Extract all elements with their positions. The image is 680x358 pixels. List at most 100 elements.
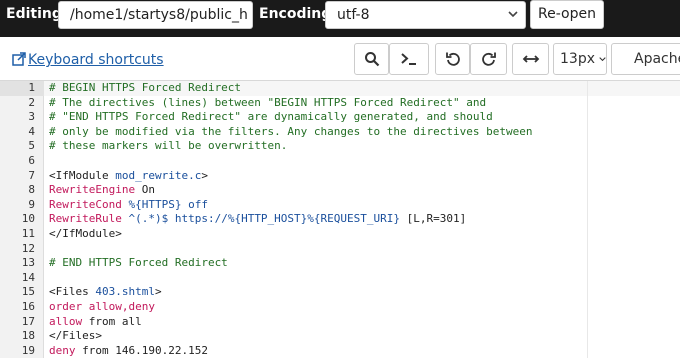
code-token: 403.shtml	[95, 285, 155, 299]
code-token: <IfModule	[49, 168, 116, 182]
search-icon	[364, 52, 379, 67]
search-button[interactable]	[354, 43, 389, 75]
line-number: 7	[28, 168, 35, 182]
line-code: </Files>	[49, 329, 102, 344]
code-token: # only be modified via the filters. Any …	[49, 124, 533, 138]
line-number: 2	[28, 95, 35, 109]
wrap-toggle-button[interactable]	[512, 43, 549, 75]
code-token: RewriteCond	[49, 197, 122, 211]
code-token: # these markers will be overwritten.	[49, 139, 288, 153]
font-size-select[interactable]: 13px	[553, 43, 607, 75]
code-line[interactable]: 11 </IfModule>	[0, 227, 680, 242]
keyboard-shortcuts-label: Keyboard shortcuts	[28, 52, 164, 68]
file-path-field[interactable]: /home1/startys8/public_h	[58, 1, 253, 29]
line-code: </IfModule>	[49, 227, 122, 242]
line-code: order allow,deny	[49, 300, 155, 315]
code-line[interactable]: 16 order allow,deny	[0, 300, 680, 315]
external-link-icon	[12, 52, 26, 66]
line-number: 8	[28, 183, 35, 197]
code-line[interactable]: 17 allow from all	[0, 315, 680, 330]
code-token: ^(.*)$ https://%{HTTP_HOST}%{REQUEST_URI…	[128, 212, 401, 226]
font-size-value: 13px	[560, 51, 595, 67]
line-number: 13	[21, 256, 35, 270]
line-number: 10	[21, 212, 35, 226]
encoding-value: utf-8	[337, 7, 370, 23]
line-number: 1	[28, 81, 35, 94]
code-token: # END HTTPS Forced Redirect	[49, 256, 228, 270]
line-number: 14	[21, 270, 35, 284]
code-line[interactable]: 19 deny from 146.190.22.152	[0, 344, 680, 358]
line-code: <IfModule mod_rewrite.c>	[49, 169, 208, 184]
line-number: 4	[28, 124, 35, 138]
code-token: </IfModule>	[49, 227, 122, 240]
chevron-down-icon	[507, 2, 519, 28]
line-code: # END HTTPS Forced Redirect	[49, 256, 228, 271]
code-line[interactable]: 3 # "END HTTPS Forced Redirect" are dynam…	[0, 110, 680, 125]
code-token: [L,R=301]	[400, 212, 467, 226]
code-line[interactable]: 6	[0, 154, 680, 169]
code-token: allow	[49, 314, 83, 328]
line-number: 18	[21, 329, 35, 343]
code-token: mod_rewrite.c	[115, 168, 202, 182]
redo-button[interactable]	[470, 43, 507, 75]
code-line[interactable]: 1 # BEGIN HTTPS Forced Redirect	[0, 81, 680, 96]
line-number: 6	[28, 154, 35, 167]
line-code: RewriteRule ^(.*)$ https://%{HTTP_HOST}%…	[49, 212, 466, 227]
line-code: RewriteCond %{HTTPS} off	[49, 198, 208, 213]
code-token: RewriteEngine	[49, 183, 136, 197]
undo-icon	[445, 52, 460, 66]
undo-button[interactable]	[435, 43, 470, 75]
code-token: order	[49, 300, 83, 313]
code-line[interactable]: 9 RewriteCond %{HTTPS} off	[0, 198, 680, 213]
code-token: >	[154, 285, 162, 299]
code-line[interactable]: 10 RewriteRule ^(.*)$ https://%{HTTP_HOST…	[0, 212, 680, 227]
wrap-icon	[522, 55, 539, 63]
code-editor[interactable]: 1 # BEGIN HTTPS Forced Redirect 2 # The dir…	[0, 81, 680, 358]
code-token: %{HTTPS} off	[128, 197, 208, 211]
goto-line-button[interactable]	[389, 43, 429, 75]
keyboard-shortcuts-link[interactable]: Keyboard shortcuts	[12, 52, 164, 68]
code-token: # The directives (lines) between "BEGIN …	[49, 95, 487, 109]
code-line[interactable]: 14	[0, 271, 680, 286]
redo-icon	[481, 52, 496, 66]
encoding-select[interactable]: utf-8	[325, 1, 526, 29]
code-token: # "END HTTPS Forced Redirect" are dynami…	[49, 110, 493, 124]
line-number: 19	[21, 343, 35, 357]
code-line[interactable]: 12	[0, 242, 680, 257]
editor-toolbar: Keyboard shortcuts 13px Apach	[0, 37, 680, 81]
terminal-icon	[401, 53, 416, 65]
chevron-down-icon	[599, 57, 606, 62]
code-line[interactable]: 8 RewriteEngine On	[0, 183, 680, 198]
code-token: deny	[49, 343, 76, 357]
mode-select[interactable]: Apache	[611, 43, 680, 75]
code-line[interactable]: 15 <Files 403.shtml>	[0, 285, 680, 300]
line-number: 9	[28, 197, 35, 211]
code-line[interactable]: 13 # END HTTPS Forced Redirect	[0, 256, 680, 271]
line-code: # these markers will be overwritten.	[49, 139, 287, 154]
line-number: 3	[28, 110, 35, 124]
code-token: <Files	[49, 285, 96, 299]
line-code: <Files 403.shtml>	[49, 285, 162, 300]
code-token: # BEGIN HTTPS Forced Redirect	[49, 81, 242, 94]
line-code: # BEGIN HTTPS Forced Redirect	[49, 81, 241, 96]
code-token: allow,deny	[88, 300, 155, 313]
code-line[interactable]: 4 # only be modified via the filters. Any…	[0, 125, 680, 140]
code-token: >	[201, 168, 208, 182]
line-number: 11	[21, 227, 35, 240]
code-line[interactable]: 5 # these markers will be overwritten.	[0, 139, 680, 154]
line-number: 15	[21, 285, 35, 299]
reopen-button[interactable]: Re-open	[530, 0, 604, 29]
line-code: allow from all	[49, 315, 142, 330]
code-line[interactable]: 7 <IfModule mod_rewrite.c>	[0, 169, 680, 184]
line-number: 16	[21, 300, 35, 313]
line-number: 5	[28, 139, 35, 153]
editor-header-bar: Editing: /home1/startys8/public_h Encodi…	[0, 0, 680, 37]
code-line[interactable]: 2 # The directives (lines) between "BEGIN…	[0, 96, 680, 111]
line-code: RewriteEngine On	[49, 183, 155, 198]
code-line[interactable]: 18 </Files>	[0, 329, 680, 344]
line-code: # The directives (lines) between "BEGIN …	[49, 96, 486, 111]
line-number: 17	[21, 314, 35, 328]
line-code: deny from 146.190.22.152	[49, 344, 208, 358]
line-code: # only be modified via the filters. Any …	[49, 125, 532, 140]
